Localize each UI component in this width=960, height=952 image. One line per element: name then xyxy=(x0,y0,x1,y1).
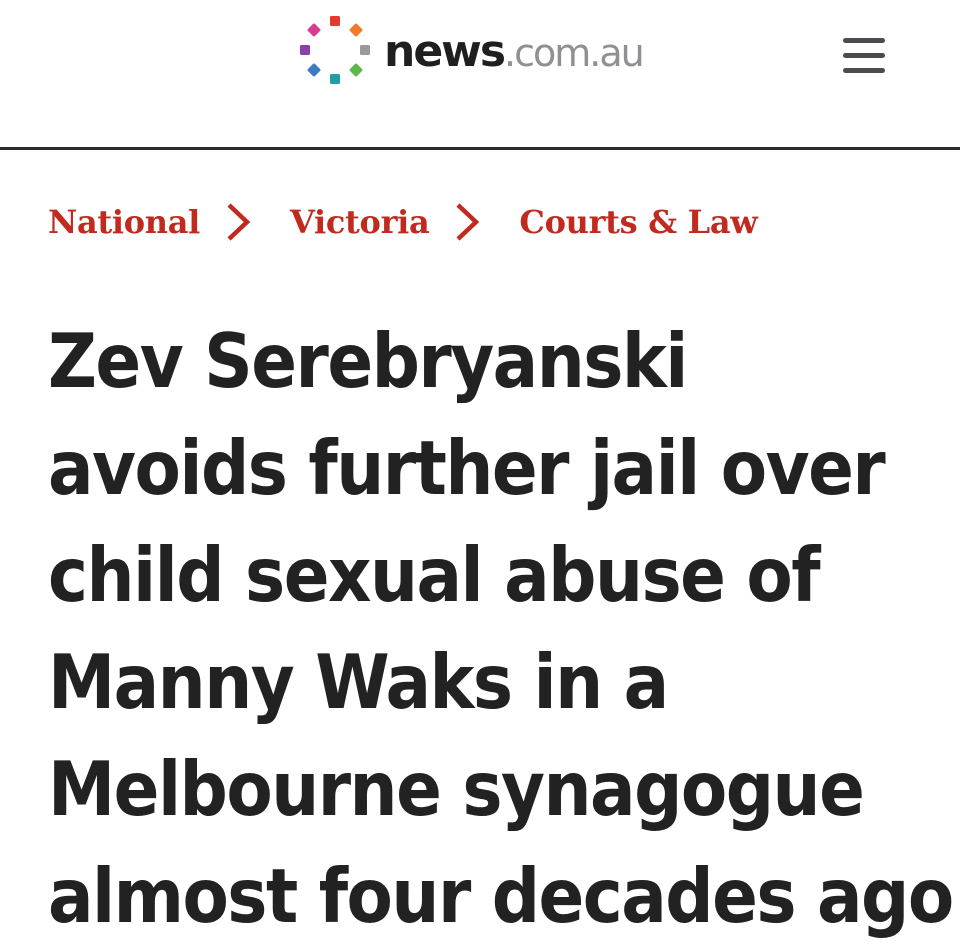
headline-line: almost four decades ago xyxy=(48,852,954,940)
menu-bar xyxy=(843,53,885,58)
logo-dots-icon xyxy=(300,16,370,84)
logo-news-text: news xyxy=(384,26,506,77)
breadcrumb-item-national[interactable]: National xyxy=(48,203,200,241)
logo-wordmark: news.com.au xyxy=(384,30,645,75)
chevron-right-icon xyxy=(456,203,480,241)
headline-line: Zev Serebryanski xyxy=(48,317,688,405)
breadcrumb: National Victoria Courts & Law xyxy=(48,196,758,248)
site-logo[interactable]: news.com.au xyxy=(298,12,645,92)
headline-line: Manny Waks in a xyxy=(48,638,669,726)
menu-bar xyxy=(843,38,885,43)
site-header: news.com.au xyxy=(0,0,960,148)
headline-line: child sexual abuse of xyxy=(48,531,821,619)
menu-bar xyxy=(843,68,885,73)
logo-domain-text: .com.au xyxy=(504,31,645,75)
chevron-right-icon xyxy=(227,203,251,241)
breadcrumb-item-victoria[interactable]: Victoria xyxy=(290,203,430,241)
headline-line: avoids further jail over xyxy=(48,424,886,512)
breadcrumb-item-courts-law[interactable]: Courts & Law xyxy=(519,203,757,241)
header-divider xyxy=(0,147,960,150)
hamburger-menu-icon[interactable] xyxy=(836,34,892,78)
article-headline: Zev Serebryanski avoids further jail ove… xyxy=(48,308,954,950)
headline-line: Melbourne synagogue xyxy=(48,745,865,833)
